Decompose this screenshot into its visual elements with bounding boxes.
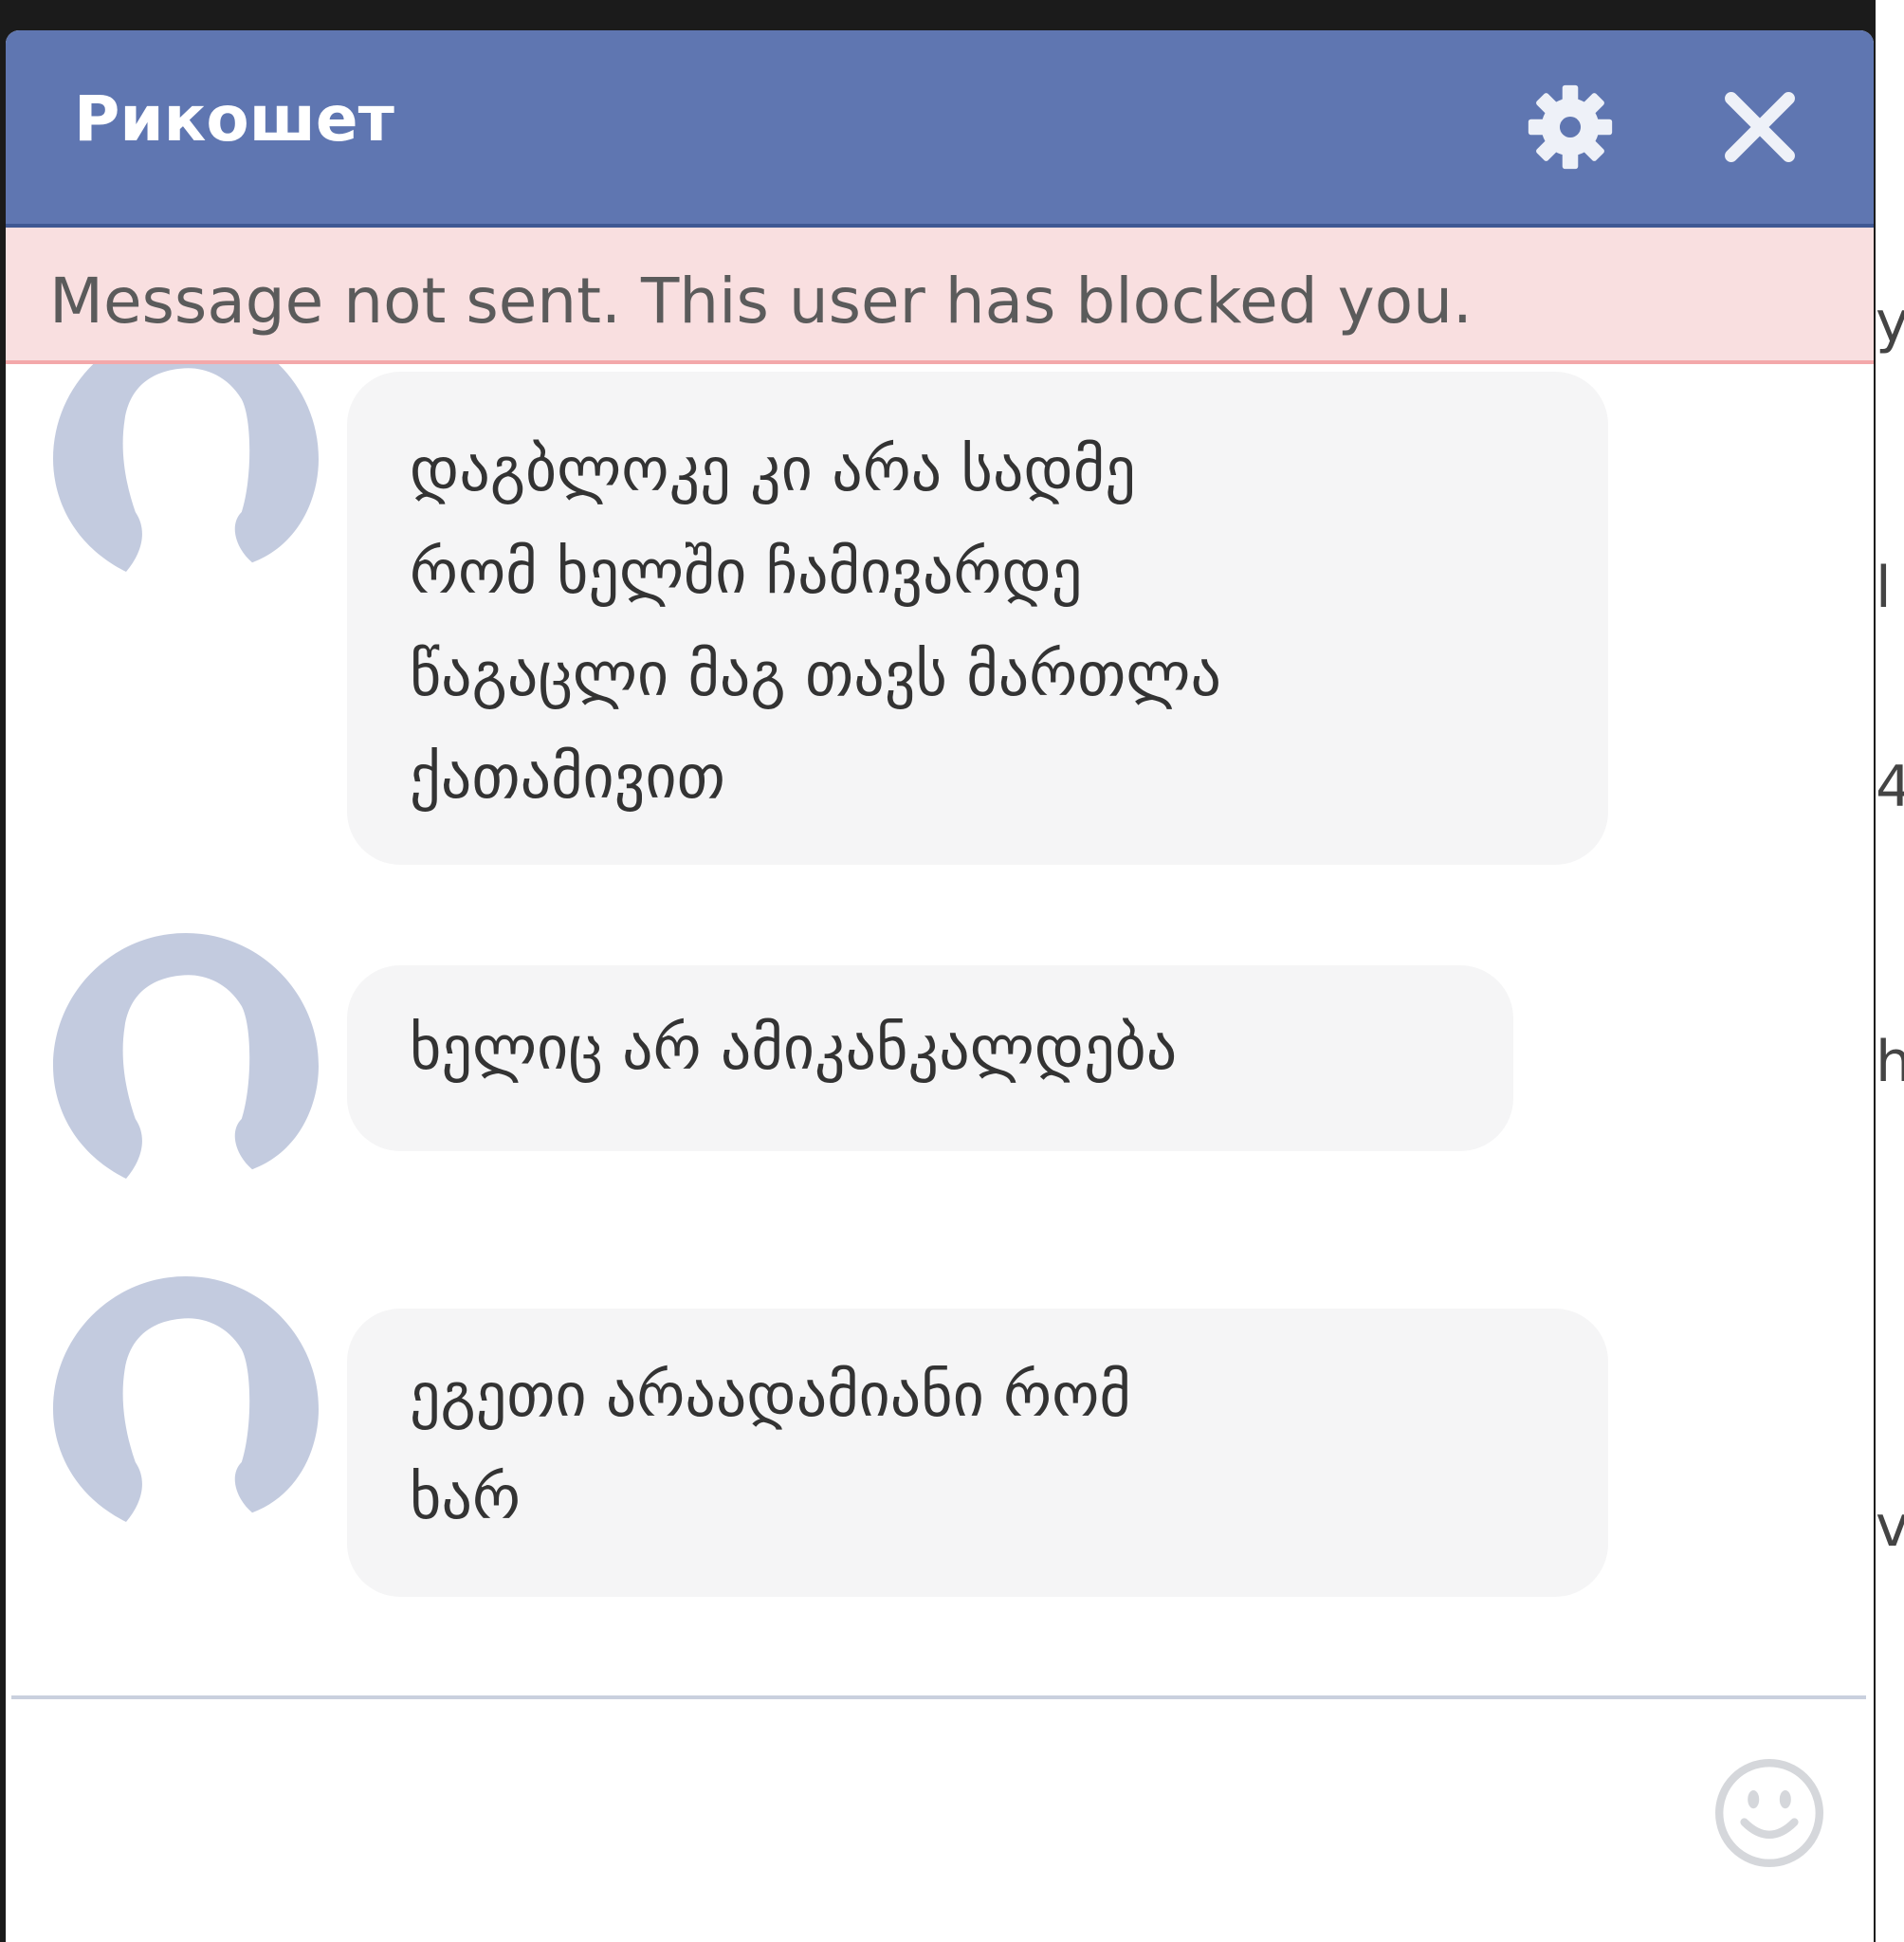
message-line: ხარ	[410, 1463, 521, 1533]
message-input[interactable]	[44, 1718, 1697, 1891]
background-char: hi	[1876, 1029, 1904, 1095]
close-icon	[1725, 92, 1795, 162]
message-line: წაგაცლი მაგ თავს მართლა	[410, 640, 1222, 710]
chat-title[interactable]: Рикошет	[74, 82, 394, 157]
background-char: v	[1876, 1493, 1904, 1560]
message-line: ხელიც არ ამიკანკალდება	[410, 1014, 1178, 1084]
smiley-icon[interactable]	[1712, 1756, 1826, 1870]
settings-button[interactable]	[1523, 80, 1618, 174]
message-bubble: დაგბლოკე კი არა სადმე რომ ხელში ჩამივარდ…	[347, 372, 1608, 865]
message-line: ქათამივით	[410, 742, 725, 813]
message-item: ეგეთი არაადამიანი რომ ხარ	[6, 1276, 1874, 1618]
gear-icon	[1528, 84, 1613, 170]
message-line: ეგეთი არაადამიანი რომ	[410, 1361, 1131, 1431]
blocked-alert: Message not sent. This user has blocked …	[6, 228, 1874, 364]
background-char: l	[1876, 555, 1892, 621]
message-list[interactable]: დაგბლოკე კი არა სადმე რომ ხელში ჩამივარდ…	[6, 364, 1874, 1726]
avatar-icon[interactable]	[53, 1276, 319, 1542]
avatar-icon[interactable]	[53, 933, 319, 1199]
message-item: ხელიც არ ამიკანკალდება	[6, 933, 1874, 1218]
message-line: დაგბლოკე კი არა სადმე	[410, 435, 1136, 505]
background-page-strip: y l 4 hi v	[1876, 0, 1904, 1942]
message-bubble: ხელიც არ ამიკანკალდება	[347, 965, 1513, 1151]
background-char: y	[1876, 289, 1904, 356]
message-bubble: ეგეთი არაადამიანი რომ ხარ	[347, 1309, 1608, 1597]
avatar-icon[interactable]	[53, 364, 319, 592]
message-composer	[6, 1699, 1874, 1942]
background-char: 4	[1876, 754, 1904, 820]
chat-header: Рикошет	[6, 30, 1874, 228]
message-line: რომ ხელში ჩამივარდე	[410, 538, 1083, 608]
close-button[interactable]	[1712, 80, 1807, 174]
alert-message: Message not sent. This user has blocked …	[49, 265, 1473, 338]
message-item: დაგბლოკე კი არა სადმე რომ ხელში ჩამივარდ…	[6, 364, 1874, 895]
chat-window: Рикошет Message not sent. This user has	[6, 30, 1874, 1942]
